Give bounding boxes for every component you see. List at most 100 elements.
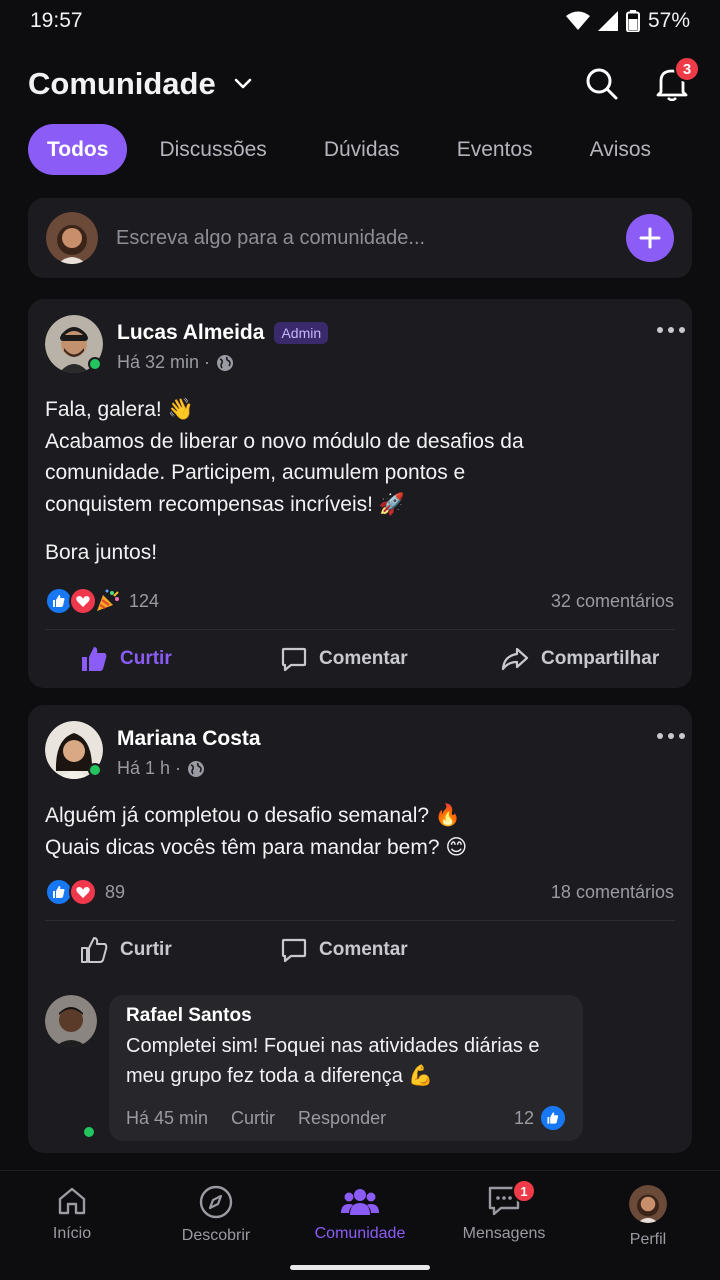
share-button[interactable]: Compartilhar [501, 646, 659, 672]
more-horizontal-icon [657, 327, 685, 333]
avatar[interactable] [45, 315, 103, 373]
page-title: Comunidade [28, 66, 216, 101]
author-name[interactable]: Lucas Almeida [117, 321, 264, 345]
thumbs-up-icon [81, 937, 108, 963]
tab-todos[interactable]: Todos [28, 124, 128, 175]
post-actions: Curtir Comentar [28, 922, 692, 978]
reaction-count: 89 [105, 881, 126, 902]
app-header: Comunidade 3 [28, 56, 700, 110]
post-text-line: Quais dicas vocês têm para mandar bem? 😊 [45, 835, 468, 859]
plus-icon [639, 227, 661, 249]
more-options-button[interactable] [656, 321, 686, 339]
comment-author[interactable]: Rafael Santos [126, 1005, 566, 1027]
nav-descobrir[interactable]: Descobrir [144, 1171, 288, 1280]
comment-button[interactable]: Comentar [281, 937, 408, 963]
comment-label: Comentar [319, 939, 408, 960]
nav-mensagens[interactable]: 1 Mensagens [432, 1171, 576, 1280]
battery-icon [625, 10, 640, 32]
celebrate-reaction-icon [97, 589, 119, 611]
thumbs-up-filled-icon [82, 647, 107, 671]
reaction-count: 124 [129, 590, 160, 611]
tab-avisos[interactable]: Avisos [564, 124, 677, 175]
nav-label: Perfil [629, 1231, 667, 1248]
author-row: Lucas Almeida Admin [117, 321, 329, 345]
nav-comunidade[interactable]: Comunidade [288, 1171, 432, 1280]
nav-inicio[interactable]: Início [0, 1171, 144, 1280]
comment-text-line: meu grupo fez toda a diferença 💪 [126, 1065, 434, 1087]
tab-eventos[interactable]: Eventos [431, 124, 559, 175]
create-post-button[interactable] [626, 214, 674, 262]
post-text-line: conquistem recompensas incríveis! 🚀 [45, 492, 405, 516]
online-indicator [88, 357, 102, 371]
notifications-button[interactable]: 3 [652, 56, 700, 104]
comments-count[interactable]: 32 comentários [551, 591, 674, 612]
online-indicator [82, 1125, 96, 1139]
composer-placeholder: Escreva algo para a comunidade... [116, 226, 426, 249]
post-text-line: Acabamos de liberar o novo módulo de des… [45, 429, 524, 453]
comment-text-line: Completei sim! Foquei nas atividades diá… [126, 1035, 540, 1057]
post-header: Mariana Costa Há 1 h · [45, 721, 675, 779]
like-button[interactable]: Curtir [80, 645, 172, 673]
header-actions: 3 [582, 56, 700, 104]
post-time: Há 1 h · [117, 758, 182, 778]
more-options-button[interactable] [656, 727, 686, 745]
wifi-icon [565, 11, 590, 30]
post-card: Mariana Costa Há 1 h · Alguém já complet… [28, 705, 692, 1153]
comment-like-count: 12 [513, 1107, 534, 1128]
admin-badge: Admin [274, 322, 329, 344]
search-button[interactable] [582, 64, 622, 104]
author-name[interactable]: Mariana Costa [117, 727, 261, 751]
reactions-summary[interactable]: 89 18 comentários [45, 878, 674, 906]
like-label: Curtir [120, 648, 172, 669]
post-body: Alguém já completou o desafio semanal? 🔥… [45, 800, 675, 863]
community-selector[interactable]: Comunidade [28, 66, 252, 102]
messages-badge: 1 [512, 1179, 536, 1203]
tab-discussoes[interactable]: Discussões [133, 124, 292, 175]
tab-duvidas[interactable]: Dúvidas [298, 124, 426, 175]
comment-button[interactable]: Comentar [281, 646, 408, 672]
comment-time: Há 45 min [126, 1107, 209, 1128]
post-time: Há 32 min · [117, 352, 211, 372]
online-indicator [88, 763, 102, 777]
nav-label: Mensagens [462, 1225, 546, 1242]
comment-likes[interactable]: 12 [514, 1105, 566, 1131]
comment-icon [281, 647, 307, 672]
comment-reply-button[interactable]: Responder [298, 1108, 386, 1129]
divider [45, 629, 675, 630]
chevron-down-icon [234, 78, 252, 89]
post-text-line: Alguém já completou o desafio semanal? 🔥 [45, 804, 462, 827]
avatar[interactable] [45, 995, 97, 1141]
status-icons: 57% [565, 9, 690, 33]
search-icon [586, 68, 618, 100]
post-composer[interactable]: Escreva algo para a comunidade... [28, 198, 692, 278]
home-icon [58, 1187, 86, 1215]
share-label: Compartilhar [541, 648, 660, 669]
love-reaction-icon [69, 878, 97, 906]
post-actions: Curtir Comentar Compartilhar [28, 631, 692, 687]
nav-perfil[interactable]: Perfil [576, 1171, 720, 1280]
post-card: Lucas Almeida Admin Há 32 min · Fala, ga… [28, 299, 692, 688]
avatar[interactable] [45, 721, 103, 779]
comment-like-button[interactable]: Curtir [231, 1108, 275, 1129]
comment: Rafael Santos Completei sim! Foquei nas … [45, 995, 675, 1141]
post-text-line: Bora juntos! [45, 541, 158, 564]
reaction-icons [45, 587, 119, 615]
post-meta: Há 32 min · [117, 352, 328, 373]
comment-text: Completei sim! Foquei nas atividades diá… [126, 1031, 566, 1091]
notification-badge: 3 [674, 56, 700, 82]
profile-avatar [629, 1185, 667, 1223]
author-block: Mariana Costa Há 1 h · [117, 721, 261, 779]
comments-count[interactable]: 18 comentários [551, 882, 674, 903]
battery-percent: 57% [647, 9, 690, 32]
reactions-summary[interactable]: 124 32 comentários [45, 587, 674, 615]
divider [45, 920, 675, 921]
like-button[interactable]: Curtir [80, 936, 172, 964]
comment-icon [281, 938, 307, 963]
nav-label: Início [52, 1225, 92, 1242]
home-indicator[interactable] [290, 1265, 430, 1270]
like-label: Curtir [120, 939, 172, 960]
post-meta: Há 1 h · [117, 758, 261, 779]
like-reaction-icon [540, 1105, 566, 1131]
avatar [46, 212, 98, 264]
category-tabs: Todos Discussões Dúvidas Eventos Avisos [28, 124, 720, 175]
